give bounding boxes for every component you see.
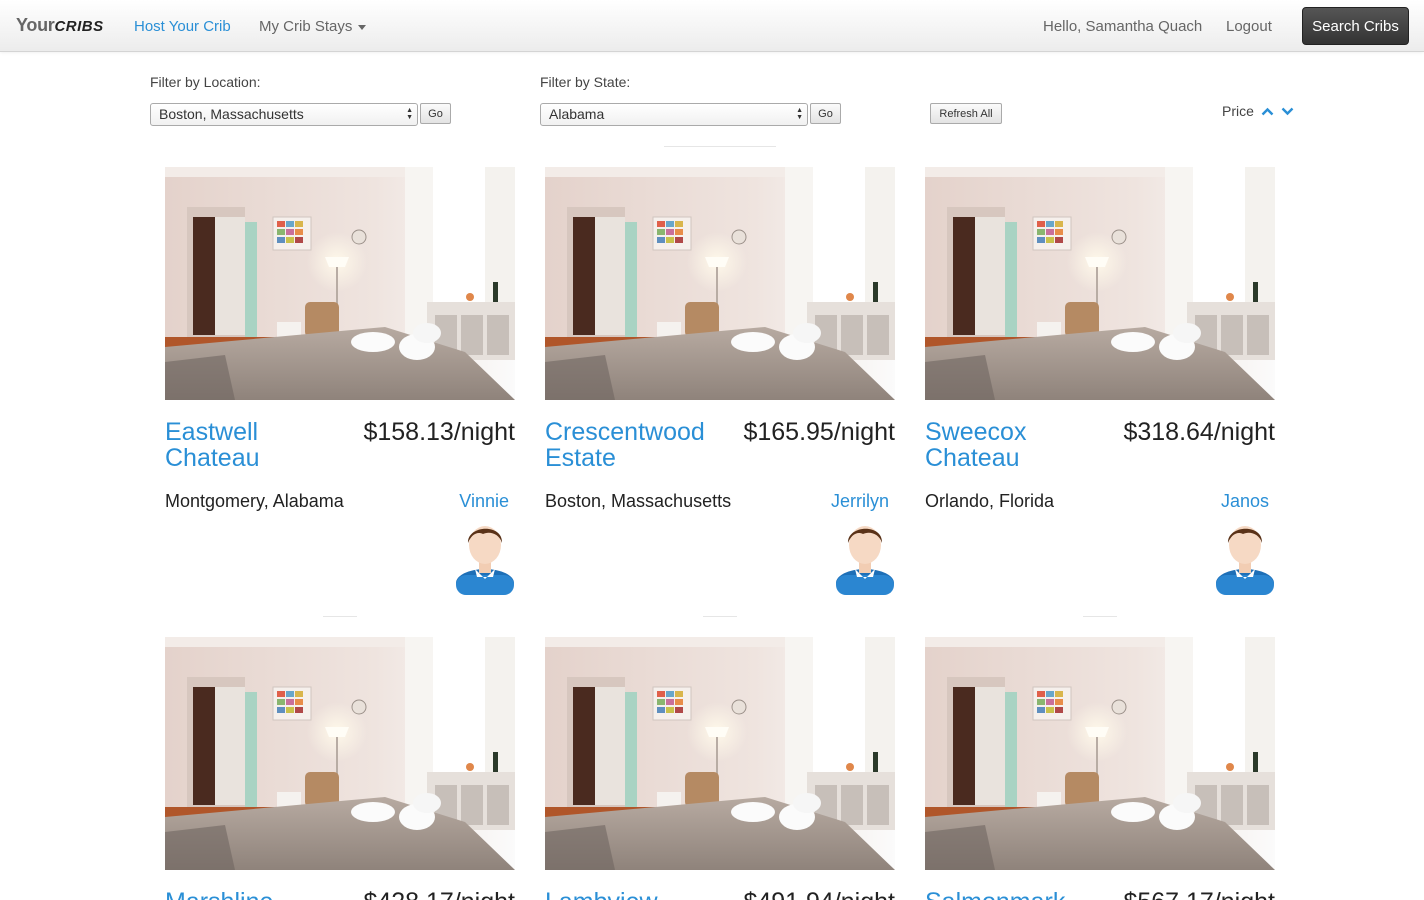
crib-price: $318.64/night — [1123, 418, 1275, 446]
crib-photo[interactable] — [925, 167, 1275, 400]
user-avatar-icon[interactable] — [835, 519, 895, 595]
chevron-up-icon[interactable] — [1261, 103, 1278, 119]
divider — [664, 146, 776, 147]
crib-photo[interactable] — [545, 167, 895, 400]
crib-title[interactable]: Sweecox Chateau — [925, 419, 1115, 471]
nav-host-your-crib[interactable]: Host Your Crib — [134, 18, 231, 35]
crib-photo[interactable] — [545, 637, 895, 870]
divider — [703, 616, 737, 617]
crib-photo[interactable] — [925, 637, 1275, 870]
caret-down-icon — [358, 24, 367, 30]
crib-card: Salmonmark $567.17/night — [925, 637, 1275, 900]
host-name[interactable]: Janos — [1221, 491, 1269, 512]
crib-title[interactable]: Salmonmark — [925, 889, 1115, 900]
crib-location: Boston, Massachusetts — [545, 491, 732, 511]
refresh-all-button[interactable]: Refresh All — [930, 103, 1002, 124]
crib-photo[interactable] — [165, 167, 515, 400]
state-go-button[interactable]: Go — [810, 103, 841, 124]
crib-card: Eastwell Chateau $158.13/night Montgomer… — [165, 167, 515, 597]
location-select[interactable]: Boston, Massachusetts ▲ ▼ — [150, 103, 418, 126]
state-select[interactable]: Alabama ▲ ▼ — [540, 103, 808, 126]
location-filter-label: Filter by Location: — [150, 74, 261, 90]
host-name[interactable]: Jerrilyn — [831, 491, 889, 512]
brand-logo[interactable]: YourCRIBS — [16, 15, 104, 36]
crib-price: $158.13/night — [363, 418, 515, 446]
search-cribs-button[interactable]: Search Cribs — [1302, 7, 1409, 45]
host-name[interactable]: Vinnie — [459, 491, 509, 512]
logout-link[interactable]: Logout — [1226, 18, 1272, 35]
user-avatar-icon[interactable] — [455, 519, 515, 595]
price-sort: Price — [1222, 103, 1294, 119]
crib-price: $567.17/night — [1123, 889, 1275, 900]
user-avatar-icon[interactable] — [1215, 519, 1275, 595]
crib-card: Marshline $428.17/night — [165, 637, 515, 900]
crib-price: $491.94/night — [743, 889, 895, 900]
state-select-value: Alabama — [549, 106, 605, 122]
navbar: YourCRIBS Host Your Crib My Crib Stays H… — [0, 0, 1424, 52]
crib-price: $428.17/night — [363, 889, 515, 900]
crib-title[interactable]: Lambview — [545, 889, 735, 900]
divider — [1083, 616, 1117, 617]
brand-cribs: CRIBS — [54, 18, 104, 35]
crib-title[interactable]: Eastwell Chateau — [165, 419, 355, 471]
brand-your: Your — [16, 15, 55, 35]
crib-card: Crescentwood Estate $165.95/night Boston… — [545, 167, 895, 597]
select-arrows-icon: ▲ ▼ — [406, 107, 413, 121]
price-sort-label: Price — [1222, 103, 1254, 119]
divider — [323, 616, 357, 617]
crib-price: $165.95/night — [743, 418, 895, 446]
location-go-button[interactable]: Go — [420, 103, 451, 124]
crib-card: Sweecox Chateau $318.64/night Orlando, F… — [925, 167, 1275, 597]
nav-my-crib-stays-label: My Crib Stays — [259, 18, 353, 35]
crib-title[interactable]: Crescentwood Estate — [545, 419, 735, 471]
crib-card: Lambview $491.94/night — [545, 637, 895, 900]
chevron-down-icon[interactable] — [1281, 103, 1294, 119]
crib-location: Orlando, Florida — [925, 491, 1055, 511]
select-arrows-icon: ▲ ▼ — [796, 107, 803, 121]
crib-title[interactable]: Marshline — [165, 889, 355, 900]
crib-location: Montgomery, Alabama — [165, 491, 344, 511]
location-select-value: Boston, Massachusetts — [159, 106, 304, 122]
user-greeting: Hello, Samantha Quach — [1043, 18, 1203, 35]
state-filter-label: Filter by State: — [540, 74, 631, 90]
nav-my-crib-stays-dropdown[interactable]: My Crib Stays — [259, 18, 367, 35]
crib-photo[interactable] — [165, 637, 515, 870]
